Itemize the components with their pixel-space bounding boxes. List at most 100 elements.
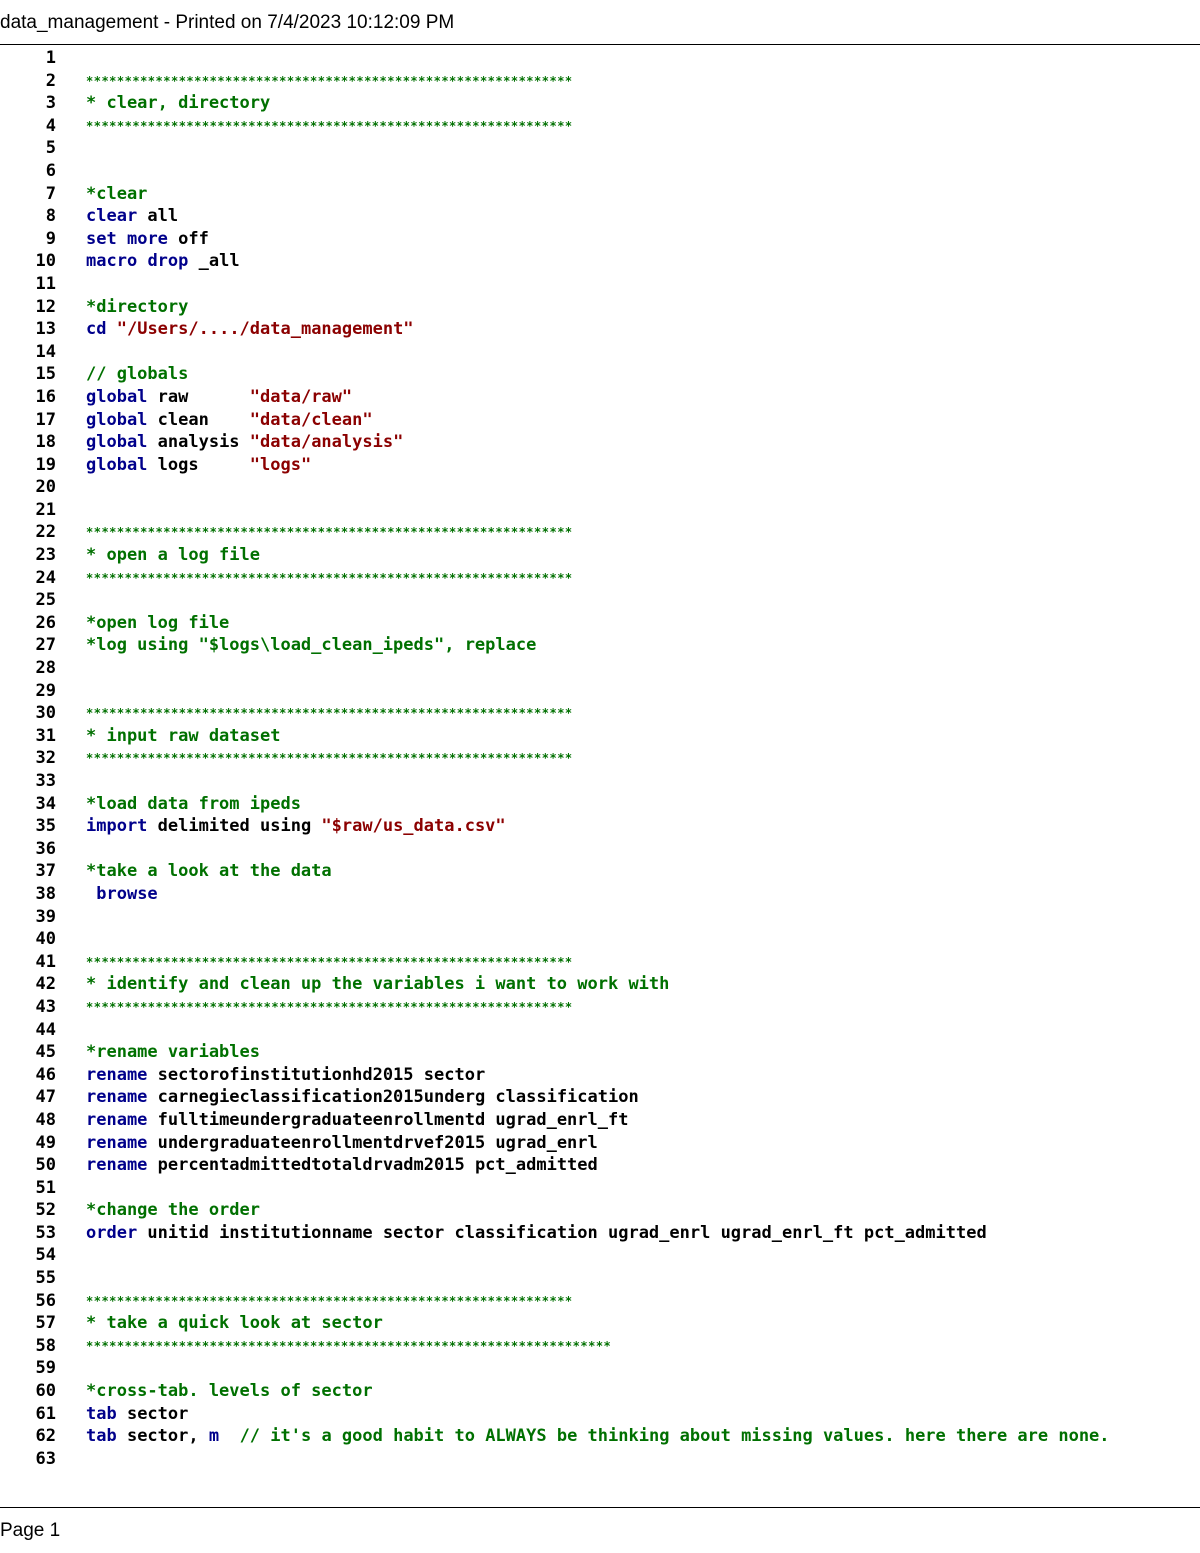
code-token: *rename variables	[86, 1042, 260, 1063]
code-line: 29	[0, 680, 1200, 703]
line-text: ****************************************…	[86, 1335, 611, 1358]
code-line: 28	[0, 657, 1200, 680]
code-token: m	[208, 1426, 220, 1447]
code-token: clean	[147, 409, 250, 430]
line-number: 21	[35, 499, 56, 520]
line-number: 44	[35, 1019, 56, 1040]
code-token: "data/clean"	[249, 409, 373, 430]
line-text: order unitid institutionname sector clas…	[86, 1222, 987, 1245]
line-number: 22	[35, 522, 56, 543]
code-line: 36	[0, 838, 1200, 861]
line-number: 20	[35, 477, 56, 498]
line-number: 32	[35, 748, 56, 769]
page-number: Page 1	[0, 1520, 61, 1541]
code-token: "logs"	[249, 454, 312, 475]
code-line: 62 tab sector, m // it's a good habit to …	[0, 1425, 1200, 1448]
line-number: 56	[35, 1290, 56, 1311]
line-number: 25	[35, 590, 56, 611]
line-number: 5	[45, 138, 56, 159]
code-token: fulltimeundergraduateenrollmentd ugrad_e…	[147, 1109, 629, 1130]
line-text: * identify and clean up the variables i …	[86, 973, 669, 996]
line-text: macro drop _all	[86, 250, 240, 273]
code-token: sector	[116, 1403, 189, 1424]
code-line: 57 * take a quick look at sector	[0, 1312, 1200, 1335]
line-text: cd "/Users/..../data_management"	[86, 318, 414, 341]
code-token: off	[167, 228, 209, 249]
line-number: 59	[35, 1358, 56, 1379]
code-token: clear	[86, 206, 138, 227]
code-line: 35 import delimited using "$raw/us_data.c…	[0, 815, 1200, 838]
code-line: 40	[0, 928, 1200, 951]
code-token: ****************************************…	[86, 118, 573, 133]
code-line: 48 rename fulltimeundergraduateenrollment…	[0, 1109, 1200, 1132]
code-line: 8 clear all	[0, 205, 1200, 228]
code-line: 39	[0, 906, 1200, 929]
code-token: rename	[86, 1132, 148, 1153]
line-text: set more off	[86, 228, 209, 251]
code-token: carnegieclassification2015underg classif…	[147, 1087, 639, 1108]
code-line: 2 ***************************************…	[0, 70, 1200, 93]
code-line: 7 *clear	[0, 183, 1200, 206]
code-line: 23 * open a log file	[0, 544, 1200, 567]
code-line: 53 order unitid institutionname sector cl…	[0, 1222, 1200, 1245]
code-token: * take a quick look at sector	[86, 1313, 383, 1334]
code-line: 59	[0, 1357, 1200, 1380]
code-line: 20	[0, 476, 1200, 499]
code-line: 46 rename sectorofinstitutionhd2015 secto…	[0, 1064, 1200, 1087]
code-token: percentadmittedtotaldrvadm2015 pct_admit…	[147, 1155, 598, 1176]
code-line: 15 // globals	[0, 363, 1200, 386]
line-number: 50	[35, 1155, 56, 1176]
line-number: 10	[35, 251, 56, 272]
line-number: 33	[35, 771, 56, 791]
code-token: global	[86, 386, 148, 407]
line-number: 36	[35, 838, 56, 859]
line-number: 39	[35, 906, 56, 927]
print-header: data_management - Printed on 7/4/2023 10…	[0, 12, 455, 33]
code-line: 43 **************************************…	[0, 996, 1200, 1019]
line-text: ****************************************…	[86, 70, 573, 93]
code-line: 11	[0, 273, 1200, 296]
line-number: 24	[35, 567, 56, 588]
line-number: 4	[45, 115, 56, 136]
line-text: ****************************************…	[86, 521, 573, 544]
code-token: sector,	[116, 1426, 209, 1447]
code-token: cd	[86, 319, 107, 340]
line-number: 43	[35, 996, 56, 1017]
line-text: rename carnegieclassification2015underg …	[86, 1086, 639, 1109]
code-line: 3 * clear, directory	[0, 92, 1200, 115]
code-line: 16 global raw "data/raw"	[0, 386, 1200, 409]
code-line: 56 **************************************…	[0, 1290, 1200, 1313]
line-text: ****************************************…	[86, 567, 573, 590]
line-text: rename undergraduateenrollmentdrvef2015 …	[86, 1132, 598, 1155]
line-text: * open a log file	[86, 544, 260, 567]
code-token: *load data from ipeds	[86, 793, 301, 814]
line-text: rename percentadmittedtotaldrvadm2015 pc…	[86, 1154, 598, 1177]
code-token: rename	[86, 1064, 148, 1085]
code-line: 18 global analysis "data/analysis"	[0, 431, 1200, 454]
code-line: 33	[0, 770, 1200, 793]
code-token: rename	[86, 1087, 148, 1108]
line-number: 61	[35, 1403, 56, 1424]
line-number: 38	[35, 883, 56, 904]
code-token: *take a look at the data	[86, 861, 332, 882]
code-line: 41 **************************************…	[0, 951, 1200, 974]
code-token: ****************************************…	[86, 999, 573, 1014]
header-divider	[0, 44, 1200, 45]
line-number: 16	[35, 386, 56, 407]
line-text: ****************************************…	[86, 702, 573, 725]
line-text: browse	[86, 883, 157, 906]
code-token: order	[86, 1222, 138, 1243]
code-line: 4 ***************************************…	[0, 115, 1200, 138]
line-text: rename sectorofinstitutionhd2015 sector	[86, 1064, 485, 1087]
code-token: global	[86, 432, 148, 453]
line-number: 51	[35, 1177, 56, 1198]
code-line: 26 *open log file	[0, 612, 1200, 635]
code-token: sectorofinstitutionhd2015 sector	[147, 1064, 486, 1085]
code-token: ****************************************…	[86, 570, 573, 585]
code-token: all	[137, 206, 179, 227]
code-line: 52 *change the order	[0, 1199, 1200, 1222]
line-number: 26	[35, 612, 56, 633]
line-number: 2	[45, 70, 56, 91]
code-line: 49 rename undergraduateenrollmentdrvef201…	[0, 1132, 1200, 1155]
